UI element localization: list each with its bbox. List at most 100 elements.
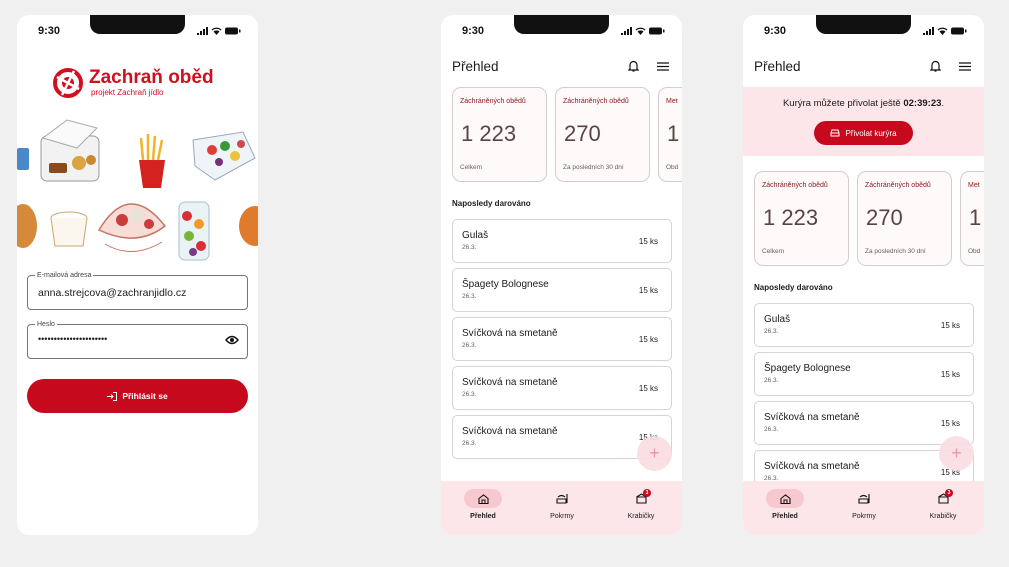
nav-pill	[766, 489, 804, 508]
nav-item-dishes[interactable]: Pokrmy	[532, 489, 592, 520]
list-item[interactable]: Gulaš 26.3. 15 ks	[452, 219, 672, 263]
item-name: Špagety Bolognese	[764, 363, 851, 374]
phone-notch	[816, 15, 911, 34]
stat-card-total: Záchráněných obědů 1 223 Celkem	[452, 87, 547, 182]
food-illustration	[17, 119, 258, 261]
bell-icon[interactable]	[628, 60, 639, 72]
nav-pill	[464, 489, 502, 508]
item-date: 26.3.	[764, 328, 779, 335]
item-date: 26.3.	[764, 426, 779, 433]
nav-item-dishes[interactable]: Pokrmy	[834, 489, 894, 520]
brand-name: Zachraň oběd	[89, 67, 214, 88]
nav-label: Krabičky	[627, 513, 655, 520]
stat-card-total: Záchráněných obědů 1 223 Celkem	[754, 171, 849, 266]
nav-label: Pokrmy	[852, 513, 876, 520]
battery-icon	[951, 27, 967, 35]
item-qty: 15 ks	[638, 384, 658, 393]
login-button[interactable]: Přihlásit se	[27, 379, 248, 413]
wifi-icon	[937, 27, 948, 35]
list-item[interactable]: Špagety Bolognese 26.3. 15 ks	[754, 352, 974, 396]
stat-value: 270	[866, 205, 903, 230]
menu-icon[interactable]	[959, 62, 971, 71]
nav-pill: 3	[622, 489, 660, 508]
password-label: Heslo	[35, 320, 57, 329]
list-item[interactable]: Gulaš 26.3. 15 ks	[754, 303, 974, 347]
bottom-nav: Přehled Pokrmy 3 Krabičky	[441, 481, 682, 535]
bell-icon[interactable]	[930, 60, 941, 72]
stat-card-30days: Záchráněných obědů 270 Za posledních 30 …	[857, 171, 952, 266]
list-item[interactable]: Svíčková na smetaně 26.3. 15 ks	[452, 366, 672, 410]
item-qty: 15 ks	[940, 370, 960, 379]
home-icon	[779, 493, 791, 504]
logo-mark-icon	[53, 68, 83, 98]
stat-sub: Obd	[968, 248, 981, 255]
nav-item-boxes[interactable]: 3 Krabičky	[913, 489, 973, 520]
stat-card-partial: Met 1 Obd	[960, 171, 984, 266]
bottom-nav: Přehled Pokrmy 3 Krabičky	[743, 481, 984, 535]
courier-text-suffix: .	[941, 98, 945, 109]
password-input[interactable]: ••••••••••••••••••••••	[38, 334, 107, 344]
stat-card-30days: Záchráněných obědů 270 Za posledních 30 …	[555, 87, 650, 182]
email-field[interactable]: E-mailová adresa anna.strejcova@zachranj…	[27, 271, 248, 310]
nav-label: Pokrmy	[550, 513, 574, 520]
notification-badge: 3	[945, 489, 953, 497]
courier-text: Kurýra můžete přivolat ještě 02:39:23.	[743, 98, 984, 109]
stat-label: Záchráněných obědů	[460, 98, 526, 105]
item-name: Svíčková na smetaně	[764, 412, 860, 423]
home-icon	[477, 493, 489, 504]
item-name: Svíčková na smetaně	[462, 328, 558, 339]
stat-label: Záchráněných obědů	[865, 182, 931, 189]
stat-sub: Celkem	[762, 248, 785, 255]
page-title: Přehled	[754, 59, 801, 74]
item-name: Gulaš	[764, 314, 791, 325]
stat-sub: Za posledních 30 dní	[865, 248, 926, 255]
call-courier-button[interactable]: Přivolat kurýra	[814, 121, 913, 145]
battery-icon	[225, 27, 241, 35]
item-date: 26.3.	[462, 440, 477, 447]
nav-label: Přehled	[470, 513, 496, 520]
stat-value: 1 223	[461, 121, 517, 146]
stat-label: Záchráněných obědů	[762, 182, 828, 189]
stat-value: 270	[564, 121, 601, 146]
item-name: Svíčková na smetaně	[764, 461, 860, 472]
food-icon	[857, 494, 870, 504]
signal-icon	[923, 27, 934, 35]
login-button-label: Přihlásit se	[122, 391, 168, 401]
item-qty: 15 ks	[940, 321, 960, 330]
add-button[interactable]: +	[637, 436, 672, 471]
list-item[interactable]: Svíčková na smetaně 26.3. 15 ks	[754, 401, 974, 445]
item-name: Špagety Bolognese	[462, 279, 549, 290]
item-date: 26.3.	[764, 377, 779, 384]
status-time: 9:30	[764, 25, 787, 37]
recent-title: Naposledy darováno	[754, 283, 833, 292]
item-qty: 15 ks	[940, 419, 960, 428]
list-item[interactable]: Špagety Bolognese 26.3. 15 ks	[452, 268, 672, 312]
battery-icon	[649, 27, 665, 35]
item-qty: 15 ks	[638, 335, 658, 344]
item-date: 26.3.	[462, 244, 477, 251]
item-date: 26.3.	[462, 391, 477, 398]
menu-icon[interactable]	[657, 62, 669, 71]
nav-item-boxes[interactable]: 3 Krabičky	[611, 489, 671, 520]
item-qty: 15 ks	[638, 237, 658, 246]
phone-notch	[90, 15, 185, 34]
eye-icon[interactable]	[225, 335, 239, 345]
signal-icon	[197, 27, 208, 35]
add-button[interactable]: +	[939, 436, 974, 471]
status-icons	[621, 27, 665, 35]
list-item[interactable]: Svíčková na smetaně 26.3. 15 ks	[452, 317, 672, 361]
password-field[interactable]: Heslo ••••••••••••••••••••••	[27, 320, 248, 359]
email-input[interactable]: anna.strejcova@zachranjidlo.cz	[38, 287, 186, 299]
stat-card-partial: Met 1 Obd	[658, 87, 682, 182]
nav-item-overview[interactable]: Přehled	[755, 489, 815, 520]
stat-sub: Obd	[666, 164, 679, 171]
item-date: 26.3.	[462, 293, 477, 300]
nav-pill	[543, 489, 581, 508]
stat-label: Met	[968, 182, 980, 189]
stat-sub: Za posledních 30 dní	[563, 164, 624, 171]
nav-item-overview[interactable]: Přehled	[453, 489, 513, 520]
stat-value: 1	[969, 205, 982, 230]
stat-label: Záchráněných obědů	[563, 98, 629, 105]
courier-countdown: 02:39:23	[903, 98, 942, 109]
nav-pill	[845, 489, 883, 508]
